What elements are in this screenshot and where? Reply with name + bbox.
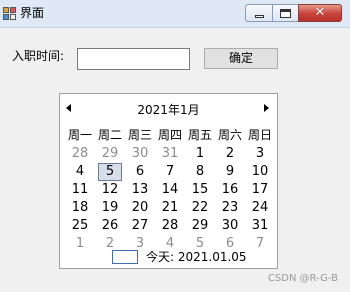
month-calendar[interactable]: 2021年1月 周一 周二 周三 周四 周五 周六 周日 28 29 30 31 1 2 3 4 5 6 7 8 9… <box>59 93 278 269</box>
today-link[interactable]: 今天: 2021.01.05 <box>112 249 247 265</box>
app-icon <box>3 7 17 21</box>
maximize-button[interactable] <box>272 4 298 22</box>
calendar-day[interactable]: 2 <box>215 145 245 163</box>
calendar-day[interactable]: 16 <box>215 181 245 199</box>
calendar-day[interactable]: 26 <box>95 217 125 235</box>
calendar-day[interactable]: 7 <box>245 235 275 253</box>
weekday-label: 周五 <box>187 128 212 142</box>
hire-time-input[interactable] <box>77 48 190 70</box>
calendar-day[interactable]: 17 <box>245 181 275 199</box>
calendar-day[interactable]: 8 <box>185 163 215 181</box>
calendar-day[interactable]: 7 <box>155 163 185 181</box>
calendar-day[interactable]: 23 <box>215 199 245 217</box>
minimize-button[interactable] <box>245 4 272 22</box>
calendar-day[interactable]: 28 <box>65 145 95 163</box>
calendar-week-row: 4 5 6 7 8 9 10 <box>65 163 275 181</box>
hire-time-label: 入职时间: <box>12 49 65 63</box>
weekday-label: 周日 <box>247 128 272 142</box>
calendar-day[interactable]: 24 <box>245 199 275 217</box>
calendar-day[interactable]: 6 <box>125 163 155 181</box>
weekday-label: 周四 <box>157 128 182 142</box>
calendar-day[interactable]: 4 <box>65 163 95 181</box>
ok-button[interactable]: 确定 <box>204 48 278 69</box>
close-icon: ✕ <box>314 5 326 20</box>
calendar-day[interactable]: 15 <box>185 181 215 199</box>
calendar-day[interactable]: 20 <box>125 199 155 217</box>
calendar-day[interactable]: 29 <box>95 145 125 163</box>
close-button[interactable]: ✕ <box>298 4 342 22</box>
calendar-header: 2021年1月 <box>60 102 277 118</box>
calendar-day[interactable]: 1 <box>185 145 215 163</box>
minimize-icon <box>254 14 264 18</box>
calendar-day[interactable]: 10 <box>245 163 275 181</box>
calendar-day[interactable]: 27 <box>125 217 155 235</box>
calendar-week-row: 11 12 13 14 15 16 17 <box>65 181 275 199</box>
calendar-day[interactable]: 9 <box>215 163 245 181</box>
weekday-header: 周一 周二 周三 周四 周五 周六 周日 <box>65 127 275 143</box>
calendar-day[interactable]: 19 <box>95 199 125 217</box>
today-label[interactable]: 今天: 2021.01.05 <box>146 249 247 265</box>
calendar-day[interactable]: 14 <box>155 181 185 199</box>
calendar-day[interactable]: 30 <box>125 145 155 163</box>
calendar-day[interactable]: 22 <box>185 199 215 217</box>
calendar-day[interactable]: 12 <box>95 181 125 199</box>
maximize-icon <box>280 8 291 18</box>
calendar-day[interactable]: 28 <box>155 217 185 235</box>
weekday-label: 周三 <box>127 128 152 142</box>
window-title: 界面 <box>20 6 45 20</box>
calendar-day[interactable]: 31 <box>245 217 275 235</box>
calendar-day[interactable]: 21 <box>155 199 185 217</box>
weekday-label: 周二 <box>97 128 122 142</box>
calendar-day[interactable]: 25 <box>65 217 95 235</box>
calendar-day[interactable]: 31 <box>155 145 185 163</box>
caption-buttons: ✕ <box>245 4 342 22</box>
calendar-week-row: 25 26 27 28 29 30 31 <box>65 217 275 235</box>
calendar-day[interactable]: 11 <box>65 181 95 199</box>
watermark: CSDN @R-G-B <box>267 273 338 284</box>
calendar-days-grid: 28 29 30 31 1 2 3 4 5 6 7 8 9 10 11 12 13 14 15 16 17 18 19 20 2… <box>65 145 275 253</box>
calendar-day[interactable]: 29 <box>185 217 215 235</box>
weekday-label: 周一 <box>67 128 92 142</box>
calendar-day[interactable]: 13 <box>125 181 155 199</box>
calendar-day[interactable]: 30 <box>215 217 245 235</box>
app-window: 界面 ✕ 入职时间: 确定 2021年1月 周一 周二 周三 周四 周五 周六 周日 28 2… <box>0 0 350 292</box>
today-marker-icon <box>112 250 138 264</box>
calendar-week-row: 18 19 20 21 22 23 24 <box>65 199 275 217</box>
weekday-label: 周六 <box>217 128 242 142</box>
calendar-day[interactable]: 1 <box>65 235 95 253</box>
calendar-week-row: 28 29 30 31 1 2 3 <box>65 145 275 163</box>
calendar-day[interactable]: 3 <box>245 145 275 163</box>
calendar-day-today[interactable]: 5 <box>98 163 122 181</box>
title-bar[interactable]: 界面 ✕ <box>0 0 350 28</box>
next-month-icon[interactable] <box>264 104 269 112</box>
calendar-day[interactable]: 18 <box>65 199 95 217</box>
calendar-month-title[interactable]: 2021年1月 <box>60 102 277 118</box>
